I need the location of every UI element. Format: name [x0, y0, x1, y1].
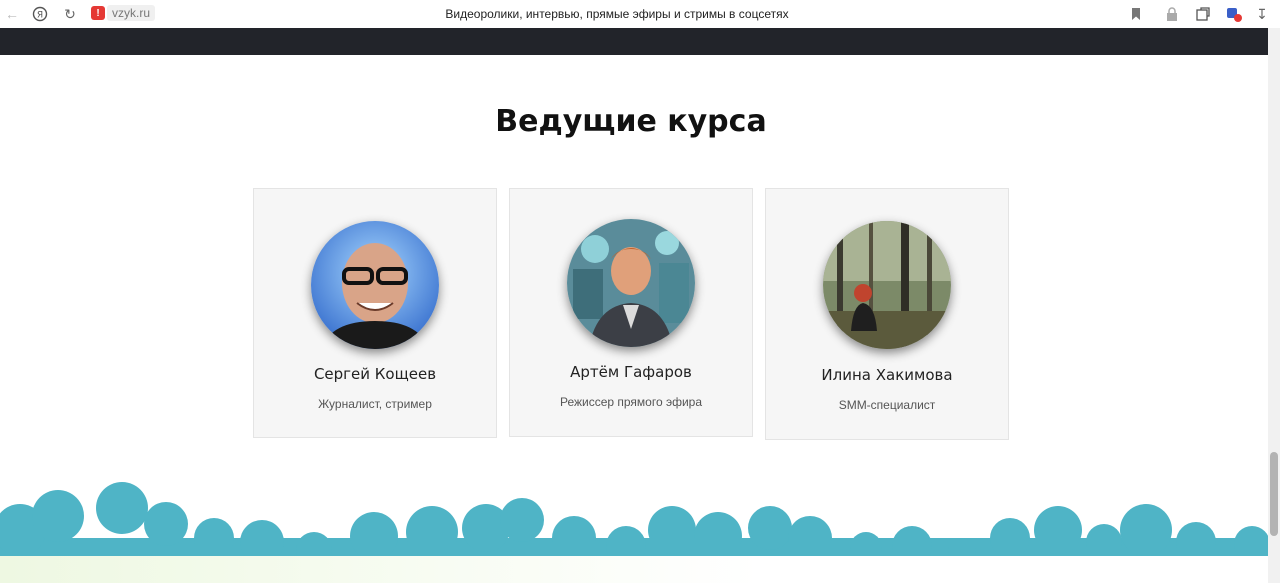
bookmark-icon[interactable] [1126, 4, 1146, 24]
host-role: SMM-специалист [838, 398, 936, 412]
host-name: Артём Гафаров [570, 363, 692, 381]
host-role: Режиссер прямого эфира [559, 395, 703, 409]
host-role: Журналист, стример [318, 397, 432, 411]
browser-toolbar: ← Я ↻ ! vzyk.ru Видеоролики, интервью, п… [0, 0, 1280, 29]
host-name: Илина Хакимова [821, 366, 953, 384]
host-card: Илина Хакимова SMM-специалист [765, 188, 1009, 440]
host-card: Сергей Кощеев Журналист, стример [253, 188, 497, 438]
clouds-decoration [0, 482, 1268, 560]
host-name: Сергей Кощеев [313, 365, 437, 383]
avatar [311, 221, 439, 349]
host-card: Артём Гафаров Режиссер прямого эфира [509, 188, 753, 437]
next-section-strip [0, 556, 1268, 583]
header-strip [0, 28, 1268, 55]
avatar [567, 219, 695, 347]
lock-icon[interactable] [1162, 4, 1182, 24]
page-title: Видеоролики, интервью, прямые эфиры и ст… [445, 7, 789, 21]
extension-icon[interactable] [1193, 4, 1213, 24]
scrollbar[interactable] [1268, 28, 1280, 583]
scrollbar-thumb[interactable] [1270, 452, 1278, 536]
section-title: Ведущие курса [495, 104, 767, 139]
avatar [823, 221, 951, 349]
profile-icon[interactable] [1224, 4, 1244, 24]
download-icon[interactable]: ↧ [1252, 4, 1272, 24]
